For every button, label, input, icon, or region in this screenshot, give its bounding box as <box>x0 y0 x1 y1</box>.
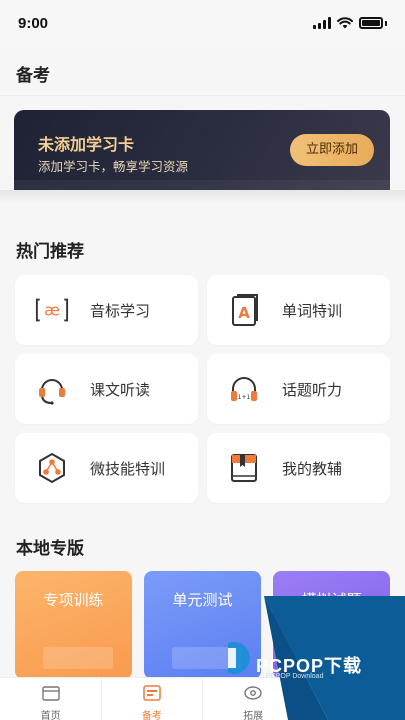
tab-label: 我的 <box>344 711 365 720</box>
promo-label: 单元测试 <box>172 591 233 609</box>
tab-label: 拓展 <box>243 711 264 720</box>
tile-phonetic[interactable]: æ 音标学习 <box>15 275 198 345</box>
svg-text:A: A <box>238 304 250 322</box>
page-title: 备考 <box>16 66 50 86</box>
local-section-title: 本地专版 <box>16 539 84 559</box>
tile-my-materials[interactable]: 我的教辅 <box>207 433 390 503</box>
svg-text:1+1: 1+1 <box>238 394 251 401</box>
tab-exam[interactable]: 备考 <box>101 678 202 720</box>
promo-special-training[interactable]: 专项训练 <box>15 571 132 679</box>
book-icon <box>227 451 261 485</box>
tab-label: 首页 <box>40 711 61 720</box>
tab-home[interactable]: 首页 <box>0 678 101 720</box>
tile-word-training[interactable]: A 单词特训 <box>207 275 390 345</box>
skill-hexagon-icon <box>35 451 69 485</box>
signal-icon <box>313 17 331 29</box>
bottom-tab-bar: 首页 备考 拓展 我的 <box>0 677 405 720</box>
tile-label: 课文听读 <box>90 381 151 399</box>
promo-decoration <box>172 647 242 669</box>
promo-decoration <box>43 647 113 669</box>
svg-text:æ: æ <box>44 301 60 320</box>
battery-cap <box>385 20 387 26</box>
hot-section-title: 热门推荐 <box>16 242 84 262</box>
word-book-icon: A <box>227 293 261 327</box>
tab-profile[interactable]: 我的 <box>304 678 405 720</box>
study-card-banner[interactable]: 未添加学习卡 添加学习卡，畅享学习资源 立即添加 <box>14 110 390 190</box>
status-time: 9:00 <box>18 15 49 32</box>
banner-title: 未添加学习卡 <box>38 135 135 154</box>
tile-text-listening[interactable]: 课文听读 <box>15 354 198 424</box>
tile-label: 音标学习 <box>90 302 151 320</box>
tile-label: 微技能特训 <box>90 460 166 478</box>
promo-mock-exam[interactable]: 模拟试题 <box>273 571 390 679</box>
banner-subtitle: 添加学习卡，畅享学习资源 <box>38 159 189 174</box>
add-now-button[interactable]: 立即添加 <box>290 134 374 166</box>
headphones-icon: 1+1 <box>227 372 261 406</box>
status-icons <box>313 17 387 29</box>
promo-label: 专项训练 <box>43 591 104 609</box>
wifi-icon <box>337 17 353 29</box>
tile-label: 单词特训 <box>282 302 343 320</box>
tab-expand[interactable]: 拓展 <box>203 678 304 720</box>
phonetic-icon: æ <box>35 293 69 327</box>
tile-label: 话题听力 <box>282 381 343 399</box>
promo-unit-test[interactable]: 单元测试 <box>144 571 261 679</box>
status-bar: 9:00 <box>0 0 405 48</box>
exam-icon <box>143 685 161 701</box>
profile-icon <box>346 685 363 702</box>
expand-icon <box>244 686 262 700</box>
battery-icon <box>359 17 383 29</box>
headset-mic-icon <box>35 372 69 406</box>
tile-micro-skills[interactable]: 微技能特训 <box>15 433 198 503</box>
promo-label: 模拟试题 <box>301 591 362 609</box>
tile-topic-listening[interactable]: 1+1 话题听力 <box>207 354 390 424</box>
title-divider <box>0 95 405 96</box>
tile-label: 我的教辅 <box>282 460 343 478</box>
tab-label: 备考 <box>141 711 162 720</box>
home-icon <box>41 686 60 701</box>
banner-shadow <box>0 190 405 204</box>
